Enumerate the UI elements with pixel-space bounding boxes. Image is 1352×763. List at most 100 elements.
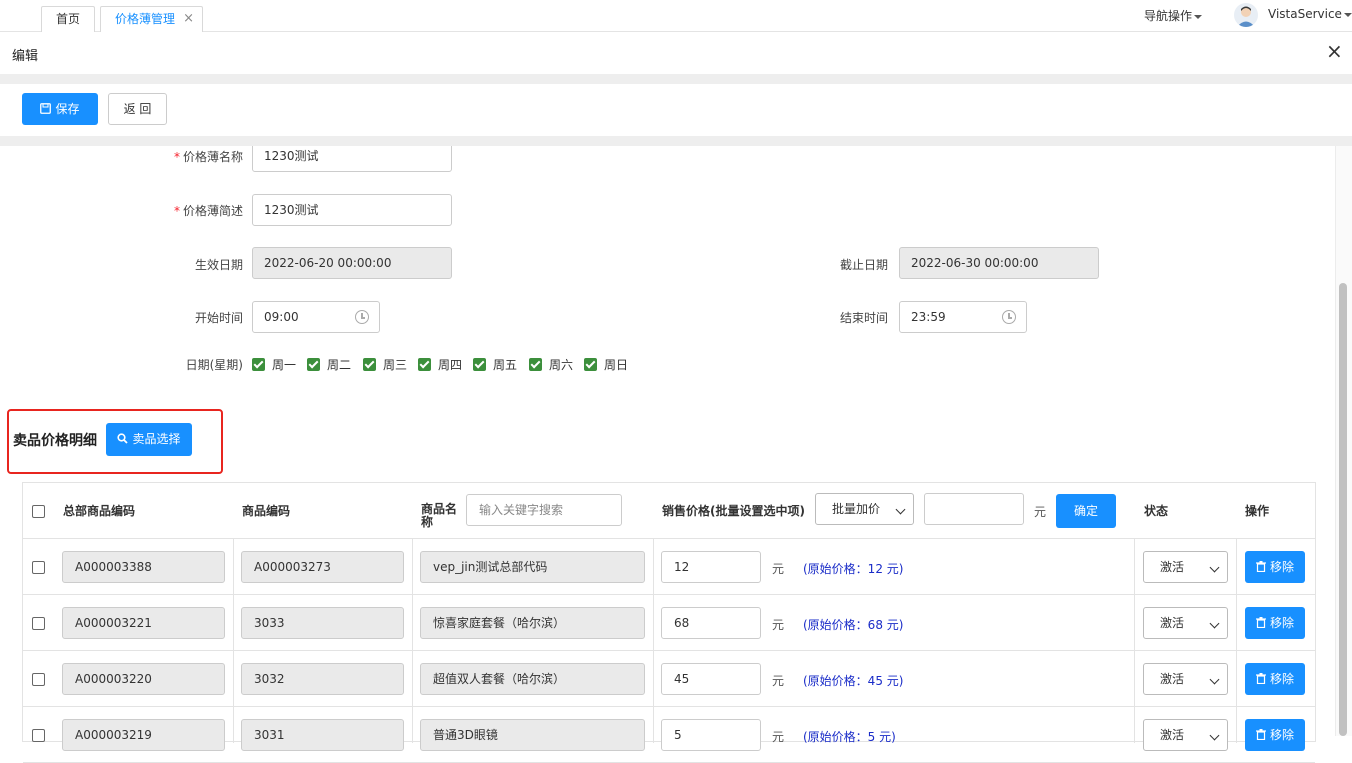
remove-button[interactable]: 移除 bbox=[1245, 719, 1305, 751]
section-title: 卖品价格明细 bbox=[13, 433, 97, 449]
price-unit: 元 bbox=[772, 674, 785, 688]
name-search-input[interactable]: 输入关键字搜索 bbox=[466, 494, 622, 526]
save-button[interactable]: 保存 bbox=[22, 93, 98, 125]
trash-icon bbox=[1255, 673, 1266, 684]
checkbox-checked-icon bbox=[363, 358, 376, 371]
weekday-label: 日期(星期) bbox=[185, 358, 243, 372]
tab-price-book-label: 价格薄管理 bbox=[115, 12, 176, 26]
user-menu[interactable]: VistaService bbox=[1268, 7, 1352, 21]
tab-home[interactable]: 首页 bbox=[41, 6, 95, 32]
weekday-thu[interactable]: 周四 bbox=[418, 356, 462, 373]
scrollbar-thumb[interactable] bbox=[1339, 283, 1347, 736]
name-field: 惊喜家庭套餐（哈尔滨） bbox=[420, 607, 645, 639]
remove-button[interactable]: 移除 bbox=[1245, 607, 1305, 639]
hq-code-field: A000003220 bbox=[62, 663, 225, 695]
batch-unit: 元 bbox=[1034, 505, 1047, 519]
checkbox-checked-icon bbox=[252, 358, 265, 371]
weekday-wed[interactable]: 周三 bbox=[363, 356, 407, 373]
start-time-label: 开始时间 bbox=[194, 311, 243, 325]
start-time-input[interactable]: 09:00 bbox=[252, 301, 380, 333]
price-input[interactable]: 5 bbox=[661, 719, 761, 751]
weekday-sun[interactable]: 周日 bbox=[584, 356, 628, 373]
end-date-field: 2022-06-30 00:00:00 bbox=[899, 247, 1099, 279]
trash-icon bbox=[1255, 617, 1266, 628]
hq-code-field: A000003221 bbox=[62, 607, 225, 639]
name-field: 超值双人套餐（哈尔滨） bbox=[420, 663, 645, 695]
name-input[interactable]: 1230测试 bbox=[252, 146, 452, 172]
start-date-field: 2022-06-20 00:00:00 bbox=[252, 247, 452, 279]
code-field: A000003273 bbox=[241, 551, 404, 583]
row-checkbox[interactable] bbox=[32, 617, 45, 630]
chevron-down-icon bbox=[1209, 674, 1220, 685]
toolbar: 保存 返 回 bbox=[0, 84, 1352, 136]
clock-icon bbox=[355, 310, 369, 324]
table-row: A000003388 A000003273 vep_jin测试总部代码 12 元… bbox=[23, 539, 1315, 595]
original-price: (原始价格：5 元) bbox=[803, 730, 896, 744]
status-select[interactable]: 激活 bbox=[1143, 607, 1228, 639]
batch-select[interactable]: 批量加价 bbox=[815, 493, 914, 525]
end-date-label: 截止日期 bbox=[839, 258, 888, 272]
price-input[interactable]: 68 bbox=[661, 607, 761, 639]
price-input[interactable]: 45 bbox=[661, 663, 761, 695]
avatar[interactable] bbox=[1234, 3, 1258, 27]
hq-code-field: A000003219 bbox=[62, 719, 225, 751]
remove-label: 移除 bbox=[1269, 560, 1294, 574]
original-price: (原始价格：68 元) bbox=[803, 618, 904, 632]
name-field: vep_jin测试总部代码 bbox=[420, 551, 645, 583]
select-all-checkbox[interactable] bbox=[32, 505, 45, 518]
tab-close-icon[interactable]: × bbox=[183, 7, 194, 31]
remove-button[interactable]: 移除 bbox=[1245, 663, 1305, 695]
price-input[interactable]: 12 bbox=[661, 551, 761, 583]
code-field: 3031 bbox=[241, 719, 404, 751]
user-name: VistaService bbox=[1268, 7, 1342, 21]
product-select-label: 卖品选择 bbox=[132, 432, 181, 446]
batch-amount-input[interactable] bbox=[924, 493, 1024, 525]
original-price: (原始价格：12 元) bbox=[803, 562, 904, 576]
desc-input[interactable]: 1230测试 bbox=[252, 194, 452, 226]
divider bbox=[0, 74, 1352, 84]
remove-label: 移除 bbox=[1269, 728, 1294, 742]
remove-button[interactable]: 移除 bbox=[1245, 551, 1305, 583]
clock-icon bbox=[1002, 310, 1016, 324]
name-label: * 价格薄名称 bbox=[173, 150, 243, 164]
batch-select-value: 批量加价 bbox=[832, 502, 881, 516]
checkbox-checked-icon bbox=[584, 358, 597, 371]
th-name: 商品名称 bbox=[421, 502, 458, 529]
end-time-input[interactable]: 23:59 bbox=[899, 301, 1027, 333]
remove-label: 移除 bbox=[1269, 616, 1294, 630]
weekday-sat[interactable]: 周六 bbox=[529, 356, 573, 373]
status-value: 激活 bbox=[1160, 672, 1185, 686]
nav-ops-menu[interactable]: 导航操作 bbox=[1144, 7, 1203, 24]
th-price: 销售价格(批量设置选中项) bbox=[662, 504, 805, 518]
status-select[interactable]: 激活 bbox=[1143, 663, 1228, 695]
row-checkbox[interactable] bbox=[32, 561, 45, 574]
start-time-value: 09:00 bbox=[264, 310, 299, 324]
back-button[interactable]: 返 回 bbox=[108, 93, 167, 125]
table-row: A000003220 3032 超值双人套餐（哈尔滨） 45 元 (原始价格：4… bbox=[23, 651, 1315, 707]
checkbox-checked-icon bbox=[418, 358, 431, 371]
hq-code-field: A000003388 bbox=[62, 551, 225, 583]
table-header: 总部商品编码 商品编码 商品名称 输入关键字搜索 销售价格(批量设置选中项) 批… bbox=[23, 483, 1315, 539]
tab-price-book[interactable]: 价格薄管理 × bbox=[100, 6, 203, 32]
desc-label: * 价格薄简述 bbox=[173, 204, 243, 218]
th-ops: 操作 bbox=[1245, 504, 1270, 518]
top-bar: 首页 价格薄管理 × 导航操作 VistaService bbox=[0, 0, 1352, 32]
status-select[interactable]: 激活 bbox=[1143, 551, 1228, 583]
status-value: 激活 bbox=[1160, 728, 1185, 742]
weekday-mon[interactable]: 周一 bbox=[252, 356, 296, 373]
close-icon[interactable]: × bbox=[1326, 41, 1343, 61]
weekday-fri[interactable]: 周五 bbox=[473, 356, 517, 373]
status-value: 激活 bbox=[1160, 616, 1185, 630]
confirm-button[interactable]: 确定 bbox=[1056, 494, 1116, 528]
chevron-down-icon bbox=[1194, 14, 1203, 19]
weekday-tue[interactable]: 周二 bbox=[307, 356, 351, 373]
row-checkbox[interactable] bbox=[32, 673, 45, 686]
end-time-label: 结束时间 bbox=[839, 311, 888, 325]
product-select-button[interactable]: 卖品选择 bbox=[106, 423, 192, 456]
status-select[interactable]: 激活 bbox=[1143, 719, 1228, 751]
dialog-title: 编辑 bbox=[12, 49, 39, 64]
th-code: 商品编码 bbox=[242, 504, 291, 518]
chevron-down-icon bbox=[895, 504, 906, 515]
remove-label: 移除 bbox=[1269, 672, 1294, 686]
save-icon bbox=[40, 103, 52, 114]
